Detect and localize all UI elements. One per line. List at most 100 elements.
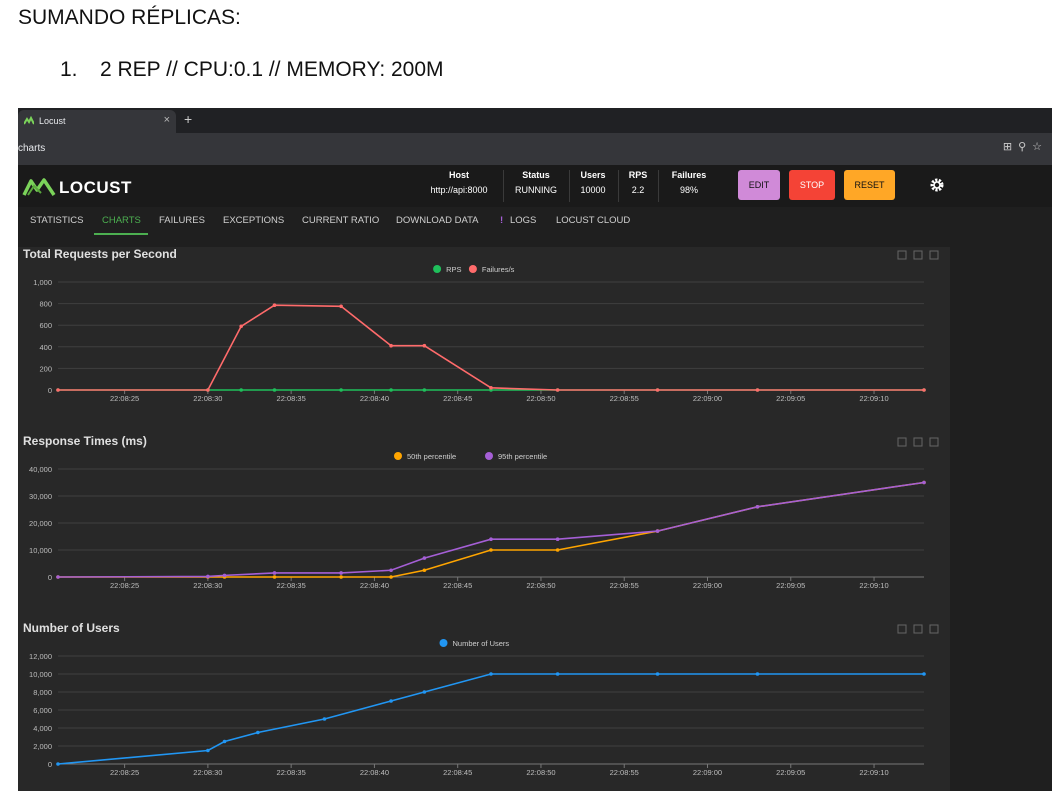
data-point — [256, 730, 260, 735]
x-tick-label: 22:09:00 — [693, 394, 722, 403]
y-tick-label: 8,000 — [33, 688, 52, 697]
tab-title: Locust — [39, 116, 66, 126]
edit-button[interactable]: EDIT — [738, 170, 780, 200]
x-tick-label: 22:08:25 — [110, 768, 139, 777]
x-tick-label: 22:08:40 — [360, 394, 389, 403]
data-point — [389, 568, 393, 573]
reset-button[interactable]: RESET — [844, 170, 895, 200]
data-point — [755, 505, 760, 509]
legend-marker — [439, 639, 448, 647]
x-tick-label: 22:08:35 — [277, 768, 306, 777]
tab-charts[interactable]: CHARTS — [102, 215, 141, 226]
tab-exceptions[interactable]: EXCEPTIONS — [223, 215, 284, 226]
data-point — [422, 388, 427, 392]
data-point — [222, 739, 227, 744]
data-point — [322, 717, 327, 721]
charts-svg: Total Requests per Second RPS Failures/s 0 2… — [23, 247, 939, 777]
data-point — [56, 388, 60, 392]
x-tick-label: 22:08:40 — [360, 581, 389, 590]
x-tick-label: 22:08:55 — [610, 394, 639, 403]
y-tick-label: 0 — [48, 386, 52, 395]
legend-label: Number of Users — [453, 639, 510, 648]
data-point — [56, 575, 60, 579]
chart-panel-2: Response Times (ms) 50th percentile 95th p… — [23, 434, 939, 590]
data-point — [922, 388, 926, 392]
data-point — [389, 343, 393, 348]
chart-title: Response Times (ms) — [23, 434, 147, 448]
x-tick-label: 22:08:25 — [110, 581, 139, 590]
chart-panel-3: Number of Users Number of Users 0 2,000 4,00… — [23, 621, 939, 777]
toolbox-icon-1 — [897, 624, 907, 634]
data-point — [922, 480, 926, 485]
charts-panel: Total Requests per Second RPS Failures/s 0 2… — [18, 247, 950, 791]
y-tick-label: 12,000 — [29, 652, 52, 661]
main-nav: STATISTICS CHARTS FAILURES EXCEPTIONS CU… — [18, 207, 1052, 237]
active-tab-indicator — [94, 233, 148, 235]
data-point — [339, 388, 343, 392]
legend-label: RPS — [446, 265, 461, 274]
data-point — [339, 304, 343, 309]
stat-label: Failures — [671, 170, 707, 180]
address-bar[interactable]: charts ⊞⚲☆ — [18, 133, 1052, 165]
tab-logs[interactable]: LOGS — [510, 215, 536, 226]
stat-label: Status — [522, 170, 550, 180]
y-tick-label: 1,000 — [33, 278, 52, 287]
data-point — [206, 748, 210, 753]
toolbox-icon-2 — [913, 250, 923, 260]
legend-label: Failures/s — [482, 265, 515, 274]
x-tick-label: 22:08:30 — [193, 581, 222, 590]
stat-value: 2.2 — [631, 185, 645, 195]
data-point — [339, 575, 343, 579]
data-point — [389, 575, 393, 579]
x-tick-label: 22:08:45 — [443, 394, 472, 403]
x-tick-label: 22:09:05 — [776, 394, 805, 403]
tab-locust-cloud[interactable]: LOCUST CLOUD — [556, 215, 630, 226]
legend-label: 50th percentile — [407, 452, 456, 461]
toolbox-icon-3 — [929, 250, 939, 260]
data-point — [555, 537, 560, 541]
settings-gear-icon[interactable] — [929, 177, 945, 193]
data-point — [422, 568, 427, 573]
tab-statistics[interactable]: STATISTICS — [30, 215, 83, 226]
x-tick-label: 22:08:50 — [526, 768, 555, 777]
x-tick-label: 22:08:45 — [443, 581, 472, 590]
chart-toolbox-icon — [897, 250, 939, 260]
document-heading: SUMANDO RÉPLICAS: — [18, 6, 241, 29]
data-point — [339, 571, 343, 575]
tab-download-data[interactable]: DOWNLOAD DATA — [396, 215, 479, 226]
browser-window: Locust × + charts ⊞⚲☆ LOCUST Host http:/… — [18, 108, 1052, 791]
stop-button[interactable]: STOP — [789, 170, 835, 200]
y-tick-label: 10,000 — [29, 546, 52, 555]
data-point — [489, 672, 493, 676]
x-tick-label: 22:09:10 — [859, 768, 888, 777]
x-tick-label: 22:08:55 — [610, 768, 639, 777]
translate-icon[interactable]: ⊞ — [1003, 141, 1018, 153]
y-tick-label: 4,000 — [33, 724, 52, 733]
tab-failures[interactable]: FAILURES — [159, 215, 205, 226]
y-tick-label: 2,000 — [33, 742, 52, 751]
x-tick-label: 22:08:35 — [277, 581, 306, 590]
browser-tab[interactable]: Locust × — [18, 110, 176, 133]
new-tab-button[interactable]: + — [184, 111, 192, 127]
data-point — [555, 672, 560, 676]
toolbox-icon-2 — [913, 624, 923, 634]
toolbox-icon-1 — [897, 250, 907, 260]
bookmark-star-icon[interactable]: ☆ — [1032, 141, 1048, 153]
tab-close-icon[interactable]: × — [164, 114, 170, 126]
y-tick-label: 0 — [48, 573, 52, 582]
stat-label: RPS — [628, 170, 648, 180]
series-line-95th-percentile — [57, 481, 925, 578]
tab-current-ratio[interactable]: CURRENT RATIO — [302, 215, 379, 226]
legend-marker — [468, 265, 477, 273]
zoom-icon[interactable]: ⚲ — [1018, 141, 1032, 153]
x-tick-label: 22:08:30 — [193, 394, 222, 403]
y-tick-label: 20,000 — [29, 519, 52, 528]
url-text[interactable]: charts — [18, 143, 45, 154]
x-tick-label: 22:09:00 — [693, 768, 722, 777]
data-point — [272, 388, 277, 392]
series-line-failures-s — [58, 304, 924, 391]
data-point — [755, 672, 760, 676]
toolbox-icon-2 — [913, 437, 923, 447]
x-tick-label: 22:08:50 — [526, 581, 555, 590]
y-tick-label: 40,000 — [29, 465, 52, 474]
